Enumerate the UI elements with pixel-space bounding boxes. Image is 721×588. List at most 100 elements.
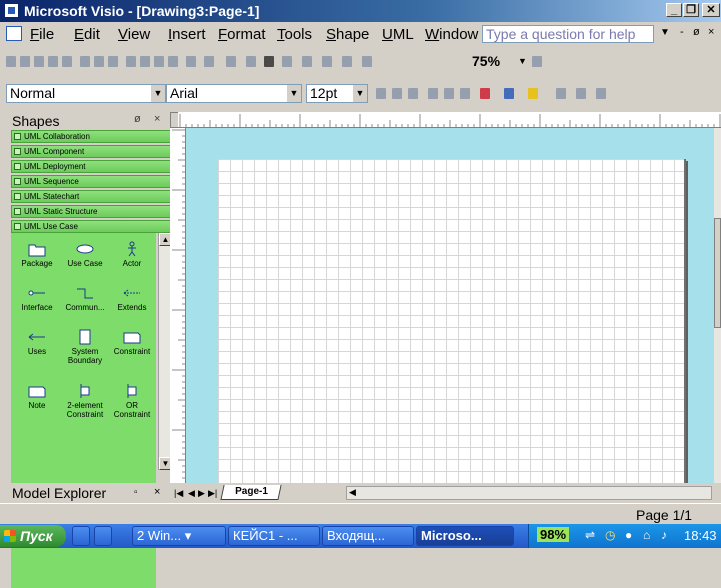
align-center-icon[interactable] bbox=[444, 88, 454, 99]
stencil-uml-use-case[interactable]: UML Use Case bbox=[11, 220, 171, 233]
menu-view[interactable]: View bbox=[118, 26, 150, 43]
task-keis1[interactable]: КЕЙС1 - ... bbox=[228, 526, 320, 546]
vertical-scrollbar[interactable] bbox=[714, 128, 721, 483]
hyperlink-icon[interactable] bbox=[246, 56, 256, 67]
vertical-ruler[interactable] bbox=[170, 128, 186, 483]
spelling-icon[interactable] bbox=[108, 56, 118, 67]
menu-tools[interactable]: Tools bbox=[277, 26, 312, 43]
mail-icon[interactable] bbox=[62, 56, 72, 67]
font-size-dropdown-icon[interactable]: ▼ bbox=[353, 85, 367, 102]
panel-options-icon[interactable]: ø bbox=[134, 113, 141, 125]
tray-clock-icon[interactable]: ◷ bbox=[605, 528, 615, 542]
doc-minimize-icon[interactable]: - bbox=[680, 26, 684, 38]
tray-status-icon[interactable]: ● bbox=[625, 528, 632, 542]
document-icon[interactable] bbox=[6, 26, 22, 41]
open-icon[interactable] bbox=[20, 56, 30, 67]
horizontal-ruler[interactable] bbox=[178, 112, 721, 128]
cut-icon[interactable] bbox=[126, 56, 136, 67]
restore-button[interactable]: ❐ bbox=[683, 3, 699, 17]
master-system-boundary[interactable]: System Boundary bbox=[61, 329, 109, 365]
doc-close-icon[interactable]: × bbox=[708, 26, 714, 38]
help-question-box[interactable]: Type a question for help bbox=[482, 25, 654, 43]
bold-icon[interactable] bbox=[376, 88, 386, 99]
doc-restore-icon[interactable]: ø bbox=[693, 26, 700, 38]
next-page-icon[interactable]: ▶ bbox=[198, 488, 205, 499]
menu-uml[interactable]: UML bbox=[382, 26, 414, 43]
help-icon[interactable] bbox=[532, 56, 542, 67]
save-icon[interactable] bbox=[34, 56, 44, 67]
line-color-icon[interactable] bbox=[504, 88, 514, 99]
format-painter-icon[interactable] bbox=[168, 56, 178, 67]
scroll-thumb[interactable] bbox=[714, 218, 721, 328]
model-explorer-close-icon[interactable]: × bbox=[154, 486, 160, 498]
rectangle-tool-icon[interactable] bbox=[322, 56, 332, 67]
start-button[interactable]: Пуск bbox=[0, 525, 66, 547]
text-tool-icon[interactable] bbox=[302, 56, 312, 67]
permission-icon[interactable] bbox=[48, 56, 58, 67]
line-weight-icon[interactable] bbox=[556, 88, 566, 99]
quicklaunch-ie-icon[interactable] bbox=[94, 526, 112, 546]
fill-color-icon[interactable] bbox=[528, 88, 538, 99]
zoom-level[interactable]: 75% bbox=[472, 53, 500, 69]
align-left-icon[interactable] bbox=[428, 88, 438, 99]
underline-icon[interactable] bbox=[408, 88, 418, 99]
power-icon[interactable]: ⇌ bbox=[585, 528, 595, 542]
menu-shape[interactable]: Shape bbox=[326, 26, 369, 43]
last-page-icon[interactable]: ▶| bbox=[208, 488, 217, 499]
print-icon[interactable] bbox=[80, 56, 90, 67]
italic-icon[interactable] bbox=[392, 88, 402, 99]
close-button[interactable]: ✕ bbox=[702, 3, 720, 17]
tab-page-1[interactable]: Page-1 bbox=[220, 485, 282, 500]
font-size-select[interactable]: 12pt ▼ bbox=[306, 84, 368, 103]
model-explorer-minimize-icon[interactable]: ▫ bbox=[134, 487, 138, 498]
help-dropdown-icon[interactable]: ▼ bbox=[660, 27, 670, 38]
stencil-uml-sequence[interactable]: UML Sequence bbox=[11, 175, 171, 188]
master-communication[interactable]: Commun... bbox=[61, 285, 109, 312]
font-dropdown-icon[interactable]: ▼ bbox=[287, 85, 301, 102]
master-package[interactable]: Package bbox=[13, 241, 61, 268]
master-two-element-constraint[interactable]: 2-element Constraint bbox=[61, 383, 109, 419]
master-constraint[interactable]: Constraint bbox=[108, 329, 156, 356]
style-select[interactable]: Normal ▼ bbox=[6, 84, 166, 103]
master-actor[interactable]: Actor bbox=[108, 241, 156, 268]
task-inbox[interactable]: Входящ... bbox=[322, 526, 414, 546]
stencil-uml-component[interactable]: UML Component bbox=[11, 145, 171, 158]
print-preview-icon[interactable] bbox=[94, 56, 104, 67]
drawing-page[interactable] bbox=[218, 159, 686, 483]
battery-percent[interactable]: 98% bbox=[537, 527, 570, 542]
master-extends[interactable]: Extends bbox=[108, 285, 156, 312]
master-use-case[interactable]: Use Case bbox=[61, 241, 109, 268]
minimize-button[interactable]: _ bbox=[666, 3, 682, 17]
zoom-dropdown-icon[interactable]: ▼ bbox=[518, 56, 527, 66]
paste-icon[interactable] bbox=[154, 56, 164, 67]
visio-app-icon[interactable] bbox=[4, 3, 19, 18]
horizontal-scrollbar[interactable]: ◀ bbox=[346, 486, 712, 500]
drawing-canvas[interactable] bbox=[186, 128, 714, 483]
line-tool-icon[interactable] bbox=[342, 56, 352, 67]
line-pattern-icon[interactable] bbox=[576, 88, 586, 99]
stencil-uml-static-structure[interactable]: UML Static Structure bbox=[11, 205, 171, 218]
model-explorer-bar[interactable]: Model Explorer ▫ × bbox=[8, 483, 170, 503]
first-page-icon[interactable]: |◀ bbox=[174, 488, 183, 499]
font-color-icon[interactable] bbox=[480, 88, 490, 99]
network-icon[interactable]: ⌂ bbox=[643, 528, 650, 542]
copy-icon[interactable] bbox=[140, 56, 150, 67]
panel-close-icon[interactable]: × bbox=[154, 113, 160, 125]
redo-icon[interactable] bbox=[204, 56, 214, 67]
stencil-uml-collaboration[interactable]: UML Collaboration bbox=[11, 130, 171, 143]
task-windows-group[interactable]: 2 Win... ▾ bbox=[132, 526, 226, 546]
stencil-uml-deployment[interactable]: UML Deployment bbox=[11, 160, 171, 173]
new-icon[interactable] bbox=[6, 56, 16, 67]
menu-file[interactable]: File bbox=[30, 26, 54, 43]
menu-format[interactable]: Format bbox=[218, 26, 266, 43]
menu-window[interactable]: Window bbox=[425, 26, 478, 43]
pencil-tool-icon[interactable] bbox=[362, 56, 372, 67]
volume-icon[interactable]: ♪ bbox=[661, 528, 667, 542]
quicklaunch-desktop-icon[interactable] bbox=[72, 526, 90, 546]
scroll-left-icon[interactable]: ◀ bbox=[349, 487, 356, 498]
font-select[interactable]: Arial ▼ bbox=[166, 84, 302, 103]
shapes-toolbar-icon[interactable] bbox=[226, 56, 236, 67]
align-right-icon[interactable] bbox=[460, 88, 470, 99]
pointer-tool-icon[interactable] bbox=[264, 56, 274, 67]
task-microsoft-visio[interactable]: Microso... bbox=[416, 526, 514, 546]
